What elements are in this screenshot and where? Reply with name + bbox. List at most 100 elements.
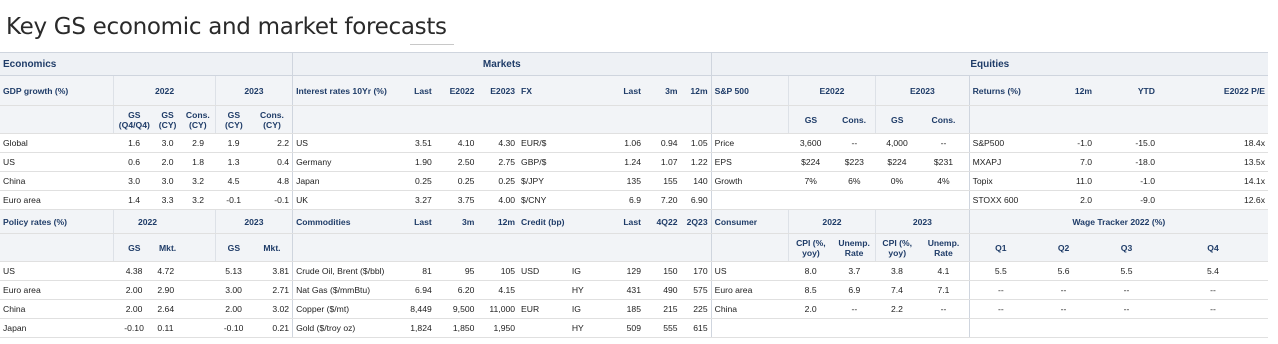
- wage-cell: --: [1095, 280, 1158, 300]
- sp500-empty-cell: [710, 190, 970, 210]
- returns-cell: 7.0: [1032, 152, 1096, 172]
- consumer-col-unemp-2022: Unemp. Rate: [833, 233, 876, 262]
- sp500-cell: $224: [875, 152, 919, 172]
- gdp-col-cons-cy-2023: Cons. (CY): [251, 105, 293, 134]
- sp500-cell: $231: [918, 152, 970, 172]
- consumer-cell: --: [833, 299, 876, 319]
- wage-cell: --: [1158, 280, 1268, 300]
- fx-cell: 6.90: [680, 190, 712, 210]
- wage-col-q2: Q2: [1032, 233, 1096, 262]
- forecast-table: Economics Markets Equities GDP growth (%…: [0, 52, 1268, 338]
- fx-cell: 1.22: [680, 152, 712, 172]
- policy-col-mkt-2023: Mkt.: [251, 233, 293, 262]
- rates-row-label: UK: [292, 190, 393, 210]
- policy-cell: 0.11: [154, 318, 181, 338]
- section-markets: Markets: [292, 52, 712, 76]
- policy-gap-cell: [180, 299, 216, 319]
- block2-header-row: Policy rates (%) 2022 2023 Commodities L…: [0, 209, 1268, 234]
- sp500-cell: 4%: [918, 171, 970, 191]
- credit-col-last: Last: [568, 209, 644, 234]
- gdp-cell: 4.8: [251, 171, 293, 191]
- sp500-col-gs-2023: GS: [875, 105, 919, 134]
- consumer-year-2023: 2023: [875, 209, 970, 234]
- sp500-cell: 7%: [788, 171, 833, 191]
- policy-cell: 5.13: [215, 261, 252, 281]
- sp500-row-label: Growth: [710, 171, 789, 191]
- gdp-cell: 1.4: [113, 190, 155, 210]
- wage-cell: 5.5: [1095, 261, 1158, 281]
- gdp-cell: 4.5: [215, 171, 252, 191]
- consumer-subheader-blank: [710, 233, 789, 262]
- policy-cell: 3.02: [251, 299, 293, 319]
- returns-cell: -9.0: [1095, 190, 1158, 210]
- block2-row: Japan -0.10 0.11 -0.10 0.21 Gold ($/troy…: [0, 318, 1268, 338]
- gdp-col-cons-cy-2022: Cons. (CY): [180, 105, 216, 134]
- consumer-cell: [788, 318, 833, 338]
- gdp-row-label: Euro area: [0, 190, 114, 210]
- credit-cell: 615: [680, 318, 712, 338]
- wage-col-q4: Q4: [1158, 233, 1268, 262]
- policy-gap-cell: [180, 280, 216, 300]
- commodities-cell: 9,500: [434, 299, 478, 319]
- returns-col-12m: 12m: [1032, 75, 1096, 106]
- wage-cell: 5.4: [1158, 261, 1268, 281]
- policy-subheader-blank: [0, 233, 114, 262]
- consumer-cell: [875, 318, 919, 338]
- consumer-cell: --: [918, 299, 970, 319]
- rates-cell: 0.25: [392, 171, 435, 191]
- gdp-cell: 3.0: [113, 171, 155, 191]
- commodities-header: Commodities: [292, 209, 393, 234]
- wage-cell: --: [1032, 299, 1096, 319]
- sp500-cell: 3,600: [788, 133, 833, 153]
- policy-row-label: US: [0, 261, 114, 281]
- consumer-row-label: China: [710, 299, 789, 319]
- page-title: Key GS economic and market forecasts: [6, 14, 447, 40]
- fx-row-label: EUR/$: [518, 133, 569, 153]
- gdp-cell: 1.6: [113, 133, 155, 153]
- policy-row-label: Euro area: [0, 280, 114, 300]
- consumer-cell: 7.4: [875, 280, 919, 300]
- returns-cell: 2.0: [1032, 190, 1096, 210]
- commodities-cell: 1,824: [392, 318, 435, 338]
- rates-cell: 4.00: [477, 190, 519, 210]
- commodities-cell: 1,950: [477, 318, 519, 338]
- fx-cell: 1.24: [568, 152, 644, 172]
- policy-gap-cell: [180, 318, 216, 338]
- credit-grade: IG: [568, 261, 602, 281]
- wage-cell: --: [1158, 299, 1268, 319]
- commodities-cell: 8,449: [392, 299, 435, 319]
- policy-cell: -0.10: [215, 318, 252, 338]
- wage-cell: --: [1095, 299, 1158, 319]
- rates-row-label: US: [292, 133, 393, 153]
- credit-cell: 575: [680, 280, 712, 300]
- policy-cell: 2.90: [154, 280, 181, 300]
- gdp-cell: 3.0: [154, 133, 181, 153]
- fx-cell: 135: [568, 171, 644, 191]
- gdp-cell: -0.1: [215, 190, 252, 210]
- sp500-row-label: Price: [710, 133, 789, 153]
- sp500-cell: --: [833, 133, 876, 153]
- fx-row-label: $/CNY: [518, 190, 569, 210]
- returns-cell: 13.5x: [1158, 152, 1268, 172]
- sp500-col-gs-2022: GS: [787, 105, 833, 134]
- sp500-cell: $224: [788, 152, 833, 172]
- credit-grade: IG: [568, 299, 602, 319]
- credit-row-label: EUR: [518, 299, 569, 319]
- policy-header: Policy rates (%): [0, 209, 114, 234]
- commodities-cell: 105: [477, 261, 519, 281]
- credit-col-2q23: 2Q23: [680, 209, 712, 234]
- consumer-year-2022: 2022: [787, 209, 876, 234]
- policy-row-label: China: [0, 299, 114, 319]
- block1-subheader-row: GS (Q4/Q4) GS (CY) Cons. (CY) GS (CY) Co…: [0, 105, 1268, 134]
- fx-header: FX: [518, 75, 569, 106]
- rates-cell: 1.90: [392, 152, 435, 172]
- gdp-cell: 1.8: [180, 152, 216, 172]
- consumer-col-cpi-2023: CPI (%, yoy): [875, 233, 919, 262]
- rates-col-last: Last: [392, 75, 435, 106]
- commodities-cell: 81: [392, 261, 435, 281]
- rates-cell: 3.27: [392, 190, 435, 210]
- commodities-row-label: Copper ($/mt): [292, 299, 393, 319]
- credit-cell: 225: [680, 299, 712, 319]
- policy-gap: [180, 209, 216, 234]
- returns-header: Returns (%): [968, 75, 1033, 106]
